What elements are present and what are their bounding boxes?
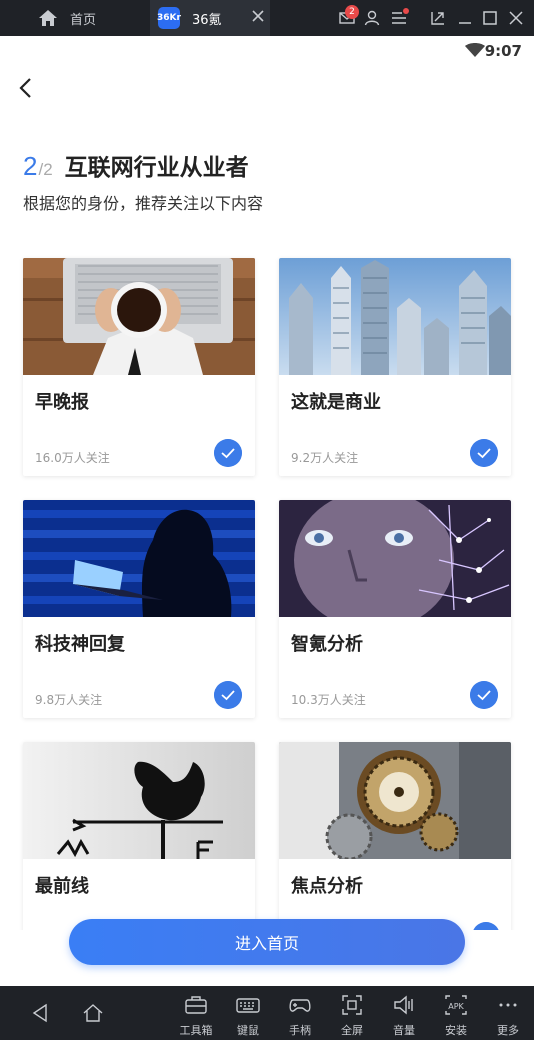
- toolbar-label: 更多: [497, 1024, 519, 1037]
- keyboard-mouse-button[interactable]: 键鼠: [226, 992, 270, 1037]
- app-logo: 36Kr: [157, 7, 181, 29]
- emulator-title-bar: 首页 36Kr 36氪 2: [0, 0, 534, 36]
- skyscrapers-photo: [279, 258, 511, 375]
- menu-notification-dot: [403, 8, 409, 14]
- toolbar-label: 工具箱: [179, 1024, 213, 1037]
- card-followers: 10.3万人关注: [291, 693, 366, 707]
- step-total: /2: [38, 160, 53, 179]
- status-time: 9:07: [484, 42, 522, 60]
- checkmark-icon[interactable]: [214, 439, 242, 467]
- home-nav-icon[interactable]: [82, 1002, 104, 1024]
- page-subtitle: 根据您的身份，推荐关注以下内容: [23, 194, 264, 213]
- page-title: 互联网行业从业者: [64, 155, 249, 181]
- toolbar-label: 键鼠: [237, 1024, 259, 1037]
- app-tab-label: 36氪: [192, 13, 222, 28]
- close-window-icon[interactable]: [507, 9, 525, 27]
- user-icon[interactable]: [363, 9, 381, 27]
- checkmark-icon[interactable]: [470, 439, 498, 467]
- card-title: 最前线: [35, 876, 89, 897]
- fullscreen-icon: [342, 995, 362, 1015]
- wifi-icon: [465, 43, 485, 57]
- face-circuit-photo: [279, 500, 511, 617]
- card-title: 这就是商业: [291, 392, 381, 413]
- more-icon: [499, 1003, 517, 1007]
- card-title: 早晚报: [35, 392, 89, 413]
- status-bar: 9:07: [0, 36, 534, 66]
- enter-home-button[interactable]: 进入首页: [69, 919, 465, 965]
- topic-card[interactable]: 早晚报 16.0万人关注: [23, 258, 255, 476]
- gamepad-button[interactable]: 手柄: [278, 992, 322, 1037]
- weathervane-rooster-photo: [23, 742, 255, 859]
- close-tab-icon[interactable]: [251, 9, 265, 23]
- keyboard-icon: [236, 998, 260, 1013]
- step-header: 2 /2 互联网行业从业者: [23, 148, 249, 182]
- minimize-icon[interactable]: [456, 9, 474, 27]
- home-icon: [39, 10, 57, 26]
- emulator-toolbar: 工具箱 键鼠 手柄 全屏 音量 APK 安装 更多: [0, 986, 534, 1040]
- apk-icon: APK: [445, 995, 467, 1015]
- topic-card[interactable]: 智氪分析 10.3万人关注: [279, 500, 511, 718]
- volume-button[interactable]: 音量: [382, 992, 426, 1037]
- maximize-icon[interactable]: [481, 9, 499, 27]
- svg-text:APK: APK: [448, 1002, 464, 1011]
- home-tab[interactable]: 首页: [0, 0, 150, 36]
- fullscreen-button[interactable]: 全屏: [330, 992, 374, 1037]
- pin-window-icon[interactable]: [429, 9, 447, 27]
- card-followers: 16.0万人关注: [35, 451, 110, 465]
- step-current: 2: [23, 151, 38, 181]
- toolbox-button[interactable]: 工具箱: [174, 992, 218, 1037]
- card-title: 焦点分析: [291, 876, 363, 897]
- toolbar-label: 手柄: [289, 1024, 311, 1037]
- card-followers: 9.2万人关注: [291, 451, 359, 465]
- checkmark-icon[interactable]: [214, 681, 242, 709]
- gamepad-icon: [289, 999, 311, 1012]
- toolbar-label: 全屏: [341, 1024, 363, 1037]
- gears-photo: [279, 742, 511, 859]
- hacker-binary-photo: [23, 500, 255, 617]
- coffee-laptop-photo: [23, 258, 255, 375]
- toolbar-label: 安装: [445, 1024, 467, 1037]
- toolbox-icon: [185, 996, 207, 1014]
- install-apk-button[interactable]: APK 安装: [434, 992, 478, 1037]
- card-title: 科技神回复: [35, 634, 125, 655]
- app-tab[interactable]: 36Kr 36氪: [150, 0, 270, 36]
- home-tab-label: 首页: [70, 13, 97, 28]
- back-nav-icon[interactable]: [30, 1002, 52, 1024]
- topic-card[interactable]: 科技神回复 9.8万人关注: [23, 500, 255, 718]
- checkmark-icon[interactable]: [470, 681, 498, 709]
- toolbar-label: 音量: [393, 1024, 415, 1037]
- card-followers: 9.8万人关注: [35, 693, 103, 707]
- card-title: 智氪分析: [291, 634, 363, 655]
- back-arrow-icon[interactable]: [16, 76, 38, 100]
- volume-icon: [394, 995, 413, 1015]
- more-button[interactable]: 更多: [486, 992, 530, 1037]
- topic-card[interactable]: 这就是商业 9.2万人关注: [279, 258, 511, 476]
- mail-badge: 2: [345, 5, 359, 19]
